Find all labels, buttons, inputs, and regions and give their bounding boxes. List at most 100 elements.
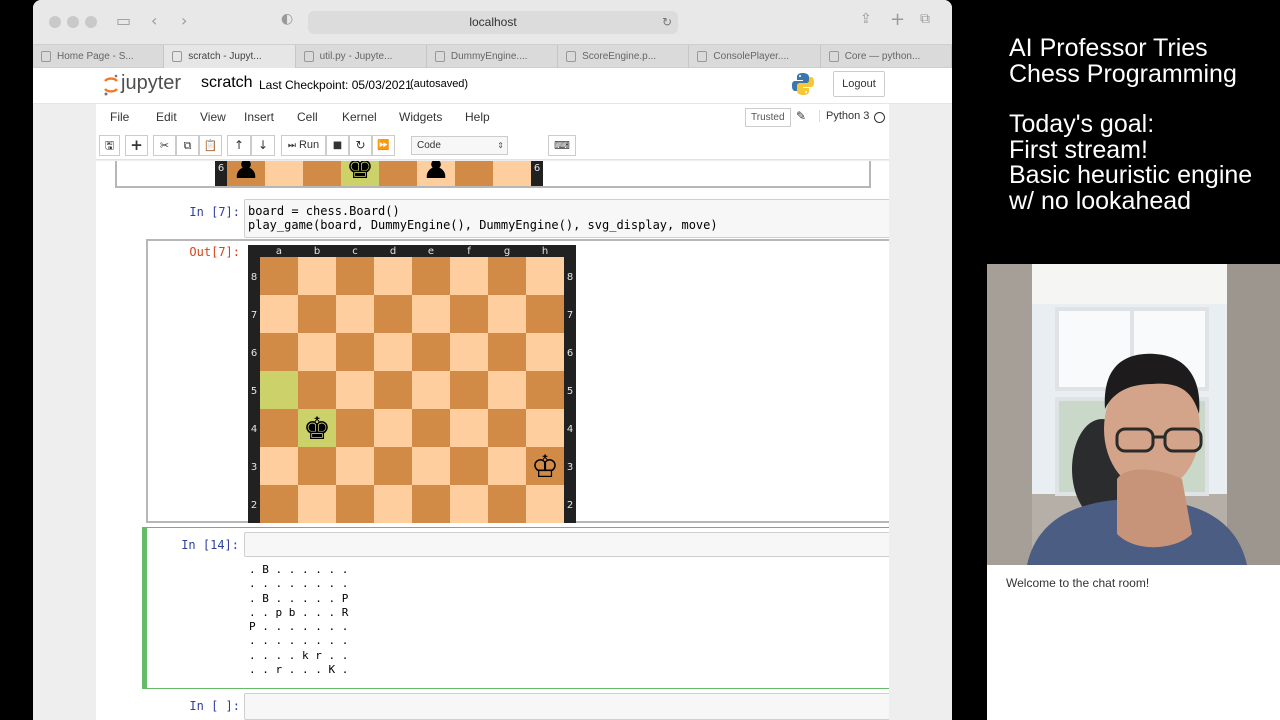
menu-file[interactable]: File [110,110,129,124]
python-logo-icon [792,73,814,95]
square-h2 [526,485,564,523]
browser-tab[interactable]: DummyEngine.... [427,45,559,69]
sidebar-toggle-icon[interactable]: ▭ [116,11,131,30]
interrupt-icon[interactable]: ■ [326,135,349,156]
square-b5 [298,371,336,409]
chess-piece: ♚ [303,411,331,447]
square-e5 [412,371,450,409]
square-d8 [374,257,412,295]
back-icon[interactable]: ‹ [151,11,157,30]
browser-tab[interactable]: ConsolePlayer.... [689,45,821,69]
browser-tab-label: ConsolePlayer.... [713,51,790,62]
square-g8 [488,257,526,295]
keyboard-icon[interactable]: ⌨ [548,135,576,156]
browser-tab[interactable]: Home Page - S... [33,45,165,69]
cell14-input-prompt: In [14]: [181,538,239,552]
pencil-icon[interactable]: ✎ [796,109,806,123]
stream-title: AI Professor Tries Chess Programming [1009,34,1237,88]
browser-titlebar: ▭ ‹ › ◐ localhost ↻ ⇪ + ⧉ [33,0,952,44]
chat-welcome-message: Welcome to the chat room! [1006,576,1150,590]
logout-button[interactable]: Logout [833,71,885,97]
square-a4 [260,409,298,447]
tab-favicon-icon [566,51,577,62]
square-d5 [374,371,412,409]
notebook-toolbar: 🖫 + ✂ ⧉ 📋 ↑ ↓ ⏭ Run ■ ↻ ⏩ Code ⇕ ⌨ [96,131,889,160]
square-b6 [298,333,336,371]
run-icon: ⏭ [287,141,296,151]
partial-chess-board: 6 6 ♟ ♚ ♟ [215,161,543,186]
browser-tab[interactable]: ScoreEngine.p... [558,45,690,69]
insert-cell-icon[interactable]: + [125,135,148,156]
square-h5 [526,371,564,409]
checkpoint-status: Last Checkpoint: 05/03/2021 [259,78,412,92]
browser-tab-strip: Home Page - S... scratch - Jupyt... util.p… [33,44,952,69]
jupyter-logo-text[interactable]: jupyter [121,72,181,95]
notebook-name[interactable]: scratch [201,74,253,92]
cell14-code-editor[interactable] [244,532,889,557]
menu-cell[interactable]: Cell [297,110,318,124]
square-c6 [303,161,341,186]
file-label: b [314,246,320,257]
maximize-window-button[interactable] [85,16,97,28]
trusted-badge[interactable]: Trusted [745,108,791,127]
address-bar[interactable]: localhost ↻ [308,11,678,34]
square-d2 [374,485,412,523]
square-e7 [412,295,450,333]
square-b3 [298,447,336,485]
square-b8 [298,257,336,295]
tab-overview-icon[interactable]: ⧉ [920,11,930,27]
menu-insert[interactable]: Insert [244,110,274,124]
menu-edit[interactable]: Edit [156,110,177,124]
square-h6 [526,333,564,371]
restart-run-all-icon[interactable]: ⏩ [372,135,395,156]
menu-help[interactable]: Help [465,110,490,124]
copy-icon[interactable]: ⧉ [176,135,199,156]
rank-label-left: 2 [251,500,257,511]
square-h8 [526,257,564,295]
forward-icon[interactable]: › [181,11,187,30]
browser-tab[interactable]: scratch - Jupyt... [164,45,296,69]
empty-cell-code-editor[interactable] [244,693,889,720]
share-icon[interactable]: ⇪ [860,11,872,27]
square-b2 [298,485,336,523]
cut-icon[interactable]: ✂ [153,135,176,156]
reload-icon[interactable]: ↻ [662,11,672,34]
tab-favicon-icon [434,51,445,62]
move-up-icon[interactable]: ↑ [227,135,251,156]
square-e3 [412,447,450,485]
rank-label-right: 6 [534,163,540,174]
kernel-name[interactable]: Python 3 [819,110,869,122]
tab-favicon-icon [41,51,51,62]
close-window-button[interactable] [49,16,61,28]
save-icon[interactable]: 🖫 [99,135,120,156]
square-f2 [450,485,488,523]
menu-widgets[interactable]: Widgets [399,110,442,124]
jupyter-logo-icon [104,74,118,96]
menu-view[interactable]: View [200,110,226,124]
file-label: c [352,246,358,257]
browser-tab[interactable]: util.py - Jupyte... [296,45,427,69]
minimize-window-button[interactable] [67,16,79,28]
browser-tab[interactable]: Core — python... [821,45,952,69]
tab-favicon-icon [172,51,183,62]
square-e6 [412,333,450,371]
square-e2 [412,485,450,523]
rank-label-left: 8 [251,272,257,283]
square-f6 [450,333,488,371]
square-c4 [336,409,374,447]
square-c3 [336,447,374,485]
cell7-code-editor[interactable]: board = chess.Board() play_game(board, Du… [244,199,889,238]
move-down-icon[interactable]: ↓ [251,135,275,156]
paste-icon[interactable]: 📋 [199,135,222,156]
cell-type-select[interactable]: Code ⇕ [411,136,508,155]
chess-piece: ♟ [232,161,260,186]
new-tab-icon[interactable]: + [890,9,905,30]
square-c7 [336,295,374,333]
square-a5 [260,371,298,409]
run-button[interactable]: ⏭ Run [281,135,326,156]
restart-icon[interactable]: ↻ [349,135,372,156]
file-label: e [428,246,434,257]
menu-kernel[interactable]: Kernel [342,110,377,124]
privacy-shield-icon[interactable]: ◐ [281,11,293,27]
square-g6 [488,333,526,371]
